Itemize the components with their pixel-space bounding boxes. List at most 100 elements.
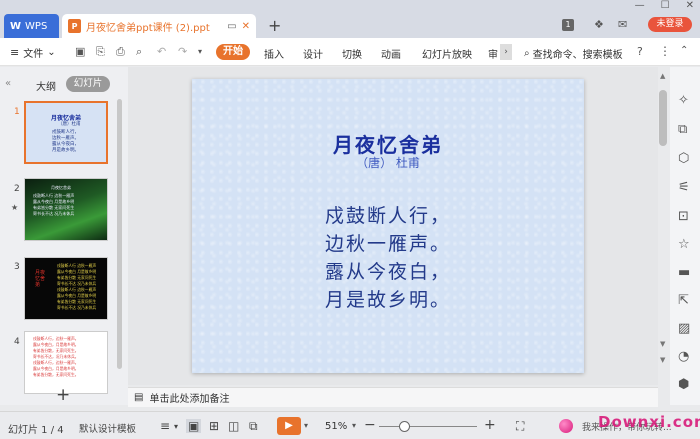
quick-access-dropdown-icon[interactable]: ▾ — [198, 47, 202, 56]
shape-icon[interactable]: ⧉ — [678, 122, 687, 137]
current-slide[interactable]: 月夜忆舍弟 （唐） 杜甫 戍鼓断人行， 边秋一雁声。 露从今夜白， 月是故乡明。 — [192, 79, 584, 373]
notes-placeholder: 单击此处添加备注 — [149, 394, 230, 405]
template-name[interactable]: 默认设计模板 — [79, 421, 136, 435]
slide-panel: « 大纲 幻灯片 1 月夜忆舍弟 （唐）杜甫 戍鼓断人行， 边秋一雁声。 露从今… — [0, 67, 128, 405]
chevron-down-icon: ⌄ — [47, 47, 56, 58]
zoom-level[interactable]: 51% — [325, 421, 347, 432]
close-tab-icon[interactable]: ✕ — [242, 21, 250, 32]
export-pdf-icon[interactable]: ⎘ — [96, 45, 105, 59]
tab-insert[interactable]: 插入 — [264, 46, 284, 61]
normal-view-icon[interactable]: ▣ — [186, 419, 202, 433]
settings-sliders-icon[interactable]: ⚟ — [678, 180, 690, 195]
right-toolbar: ✧ ⧉ ⬡ ⚟ ⊡ ☆ ▬ ⇱ ▨ ◔ ⬢ — [670, 67, 700, 405]
prev-slide-icon[interactable]: ▼ — [660, 340, 665, 348]
file-menu-button[interactable]: ≡ 文件 ⌄ — [10, 45, 56, 60]
hamburger-icon: ≡ — [10, 46, 20, 59]
notes-toggle-icon[interactable]: ≡ — [160, 419, 170, 433]
thumb-title: 月夜忆舍弟 — [35, 270, 46, 288]
notes-toggle-caret-icon[interactable]: ▾ — [174, 422, 178, 431]
scroll-up-icon[interactable]: ▲ — [660, 72, 665, 80]
slide-thumbnail-1[interactable]: 月夜忆舍弟 （唐）杜甫 戍鼓断人行， 边秋一雁声。 露从今夜白， 月是故乡明。 — [24, 101, 108, 164]
zoom-dropdown-icon[interactable]: ▾ — [352, 421, 356, 430]
pin-icon[interactable]: ✧ — [678, 93, 689, 108]
new-tab-button[interactable]: + — [268, 16, 281, 35]
ribbon-bar: ≡ 文件 ⌄ ▣ ⎘ ⎙ ⌕ ↶ ↷ ▾ 开始 插入 设计 切换 动画 幻灯片放… — [0, 38, 700, 66]
redo-icon[interactable]: ↷ — [178, 45, 187, 58]
maximize-button[interactable]: ☐ — [661, 0, 670, 11]
slide-thumbnail-2[interactable]: 月夜忆舍弟 戍鼓断人行 边秋一雁声 露从今夜白 月是故乡明 有弟皆分散 无家问死… — [24, 178, 108, 241]
backup-icon[interactable]: ⊡ — [678, 209, 689, 224]
zoom-slider-track[interactable] — [379, 426, 477, 427]
poem-line[interactable]: 月是故乡明。 — [325, 285, 451, 312]
poem-line[interactable]: 边秋一雁声。 — [325, 229, 451, 256]
undo-icon[interactable]: ↶ — [157, 45, 166, 58]
tab-monitor-icon[interactable]: ▭ — [227, 21, 236, 32]
window-count-badge[interactable]: 1 — [562, 19, 574, 31]
login-button[interactable]: 未登录 — [648, 17, 692, 32]
notes-icon: ▤ — [134, 392, 144, 403]
slide-view-icon[interactable]: ⧉ — [249, 419, 258, 434]
tab-outline[interactable]: 大纲 — [36, 78, 56, 93]
help-icon[interactable]: ? — [637, 45, 643, 58]
add-slide-button[interactable]: + — [56, 385, 70, 405]
print-preview-icon[interactable]: ⌕ — [136, 45, 142, 59]
slide-number: 2 — [14, 184, 20, 194]
slide-thumbnail-3[interactable]: 月夜忆舍弟 戍鼓断人行 边秋一雁声 露从今夜白 月是故乡明 有弟皆分散 无家问死… — [24, 257, 108, 320]
slide-number: 3 — [14, 262, 20, 272]
editor-scrollbar[interactable] — [659, 90, 667, 146]
zoom-slider-thumb[interactable] — [399, 421, 410, 432]
wps-home-tab[interactable]: W WPS — [4, 14, 59, 38]
shield-icon[interactable]: ⬢ — [678, 377, 689, 392]
collapse-panel-icon[interactable]: « — [5, 78, 11, 89]
tab-slideshow[interactable]: 幻灯片放映 — [422, 46, 472, 61]
tab-start[interactable]: 开始 — [216, 44, 250, 60]
save-icon[interactable]: ▣ — [75, 45, 85, 58]
notes-bar[interactable]: ▤ 单击此处添加备注 — [128, 387, 658, 407]
command-search[interactable]: ⌕ 查找命令、搜索模板 — [524, 46, 623, 61]
close-window-button[interactable]: ✕ — [686, 0, 694, 11]
more-options-icon[interactable]: ⋮ — [659, 44, 671, 58]
more-tabs-arrow-icon[interactable]: › — [500, 44, 512, 60]
zoom-in-button[interactable]: + — [484, 417, 496, 433]
tab-transition[interactable]: 切换 — [342, 46, 362, 61]
play-slideshow-button[interactable]: ▶ — [277, 417, 301, 435]
wps-app-name: WPS — [25, 20, 48, 32]
reading-view-icon[interactable]: ◫ — [228, 419, 239, 433]
poem-line[interactable]: 露从今夜白， — [325, 257, 451, 284]
thumb-line: 寄书长不达 况乃未休兵 — [57, 305, 97, 310]
animation-star-icon: ★ — [11, 203, 19, 212]
slide-number: 4 — [14, 337, 20, 347]
template-icon[interactable]: ▬ — [678, 265, 690, 280]
tab-review[interactable]: 审 — [488, 46, 498, 61]
document-tab[interactable]: P 月夜忆舍弟ppt课件 (2).ppt ▭ ✕ — [62, 14, 256, 38]
share-icon[interactable]: ⇱ — [678, 293, 689, 308]
zoom-out-button[interactable]: − — [364, 417, 376, 433]
feedback-icon[interactable]: ✉ — [618, 18, 627, 31]
fit-window-icon[interactable]: ⛶ — [516, 419, 524, 434]
minimize-button[interactable]: — — [635, 0, 645, 11]
watermark-logo-icon — [559, 419, 573, 433]
tab-design[interactable]: 设计 — [303, 46, 323, 61]
panel-scrollbar[interactable] — [117, 99, 122, 369]
object-icon[interactable]: ⬡ — [678, 151, 689, 166]
window-controls: — ☐ ✕ — [635, 0, 694, 11]
slide-author[interactable]: （唐） 杜甫 — [192, 154, 584, 171]
tab-animation[interactable]: 动画 — [381, 46, 401, 61]
slide-editor: 月夜忆舍弟 （唐） 杜甫 戍鼓断人行， 边秋一雁声。 露从今夜白， 月是故乡明。 — [128, 67, 658, 385]
document-tab-label: 月夜忆舍弟ppt课件 (2).ppt — [86, 22, 210, 34]
poem-line[interactable]: 戍鼓断人行， — [325, 201, 451, 228]
tab-slides[interactable]: 幻灯片 — [66, 76, 110, 92]
skin-icon[interactable]: ❖ — [594, 18, 604, 31]
next-slide-icon[interactable]: ▼ — [660, 356, 665, 364]
thumb-line: 月是故乡明。 — [52, 148, 79, 153]
feedback-icon[interactable]: ◔ — [678, 349, 689, 364]
watermark-domain: Downxi.com — [598, 413, 700, 431]
slide-counter: 幻灯片 1 / 4 — [8, 425, 64, 436]
print-icon[interactable]: ⎙ — [116, 45, 125, 59]
star-icon[interactable]: ☆ — [678, 237, 690, 252]
thumb-line: 有弟皆分散，无家问死生。 — [33, 372, 79, 377]
collapse-ribbon-icon[interactable]: ⌃ — [680, 45, 688, 56]
slide-sorter-icon[interactable]: ⊞ — [209, 419, 219, 433]
image-icon[interactable]: ▨ — [678, 321, 690, 336]
play-options-icon[interactable]: ▾ — [304, 421, 308, 430]
